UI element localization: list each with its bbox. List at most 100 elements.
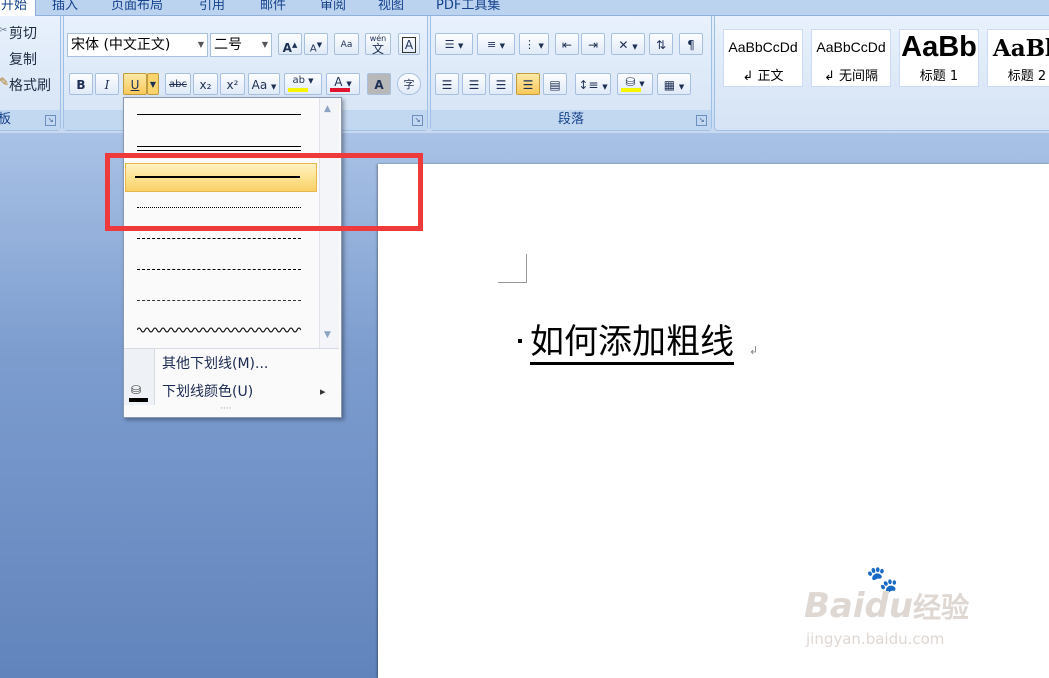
underline-color-menu-item[interactable]: ⛁ 下划线颜色(U) ▸ [124,379,339,405]
watermark-brand-text: Bai [804,586,865,626]
watermark-brand: Baidu经验 [804,586,969,626]
font-color-button[interactable]: A ▼ [326,73,360,95]
document-text[interactable]: 如何添加粗线 [530,322,734,365]
style-heading-1[interactable]: AaBb 标题 1 [899,29,979,87]
font-name-combo[interactable]: 宋体 (中文正文) ▼ [67,33,208,57]
tab-references[interactable]: 引用 [199,0,225,13]
phonetic-guide-button[interactable]: wén 文 [365,33,391,55]
justify-button[interactable]: ☰ [516,73,540,95]
show-marks-button[interactable]: ¶ [679,33,703,55]
tab-page-layout[interactable]: 页面布局 [111,0,163,13]
bullets-button[interactable]: ☰ ▼ [435,33,473,55]
resize-grip-icon[interactable]: ···· [220,404,231,414]
paragraph-mark-icon: ↲ [749,344,759,357]
numbering-button[interactable]: ≡ ▼ [477,33,515,55]
shrink-font-icon: A [309,43,317,55]
superscript-button[interactable]: x² [220,73,245,95]
align-center-button[interactable]: ☰ [462,73,486,95]
shading-button[interactable]: ⛁ ▼ [617,73,653,95]
tab-pdf-tools[interactable]: PDF工具集 [436,0,500,13]
character-border-button[interactable]: A [398,33,420,55]
change-case-icon: Aa [251,78,268,92]
cut-button[interactable]: 剪切 [9,23,37,43]
copy-button[interactable]: 复制 [9,49,37,69]
style-no-spacing[interactable]: AaBbCcDd ↲ 无间隔 [811,29,891,87]
subscript-button[interactable]: x₂ [193,73,218,95]
underline-dropdown-chevron-icon[interactable]: ▼ [147,73,159,95]
style-label: 标题 1 [919,69,959,84]
paragraph-launcher-icon[interactable]: ↘ [696,115,707,126]
format-painter-button[interactable]: 格式刷 [9,75,51,95]
character-border-icon: A [401,37,417,53]
chevron-down-icon: ▼ [602,83,608,91]
styles-group: AaBbCcDd ↲ 正文 AaBbCcDd ↲ 无间隔 AaBb 标题 1 A… [714,16,1049,131]
font-name-value: 宋体 (中文正文) [71,37,171,53]
bold-button[interactable]: B [69,73,93,95]
chevron-right-icon: ▸ [320,385,326,398]
tab-mailings[interactable]: 邮件 [260,0,286,13]
grow-font-button[interactable]: A▲ [278,33,302,55]
phonetic-char: 文 [371,42,384,56]
watermark-url: jingyan.baidu.com [806,630,945,648]
underline-option-dash-dot-dot[interactable] [128,287,317,315]
highlight-color-bar [288,88,308,92]
style-heading-2[interactable]: AaBb 标题 2 [987,29,1049,87]
borders-button[interactable]: ▦ ▼ [657,73,691,95]
underline-option-wave[interactable] [128,318,317,346]
chevron-down-icon[interactable]: ▼ [198,34,204,56]
chevron-down-icon: ▼ [346,80,352,88]
underline-style-dropdown: ▲ ▼ 其他下划线(M)... ⛁ 下划线颜色(U) ▸ ···· [123,97,342,418]
chevron-down-icon: ▼ [632,43,638,51]
chevron-down-icon: ▼ [678,83,685,91]
chinese-layout-button[interactable]: ✕ ▼ [611,33,645,55]
tab-review[interactable]: 审阅 [320,0,346,13]
style-label: ↲ 正文 [742,69,784,84]
shrink-font-button[interactable]: A▼ [304,33,328,55]
ribbon-tab-strip: 开始 插入 页面布局 引用 邮件 审阅 视图 PDF工具集 [0,0,1049,16]
underline-option-dash-dot[interactable] [128,256,317,284]
grow-font-icon: A [282,41,292,55]
italic-button[interactable]: I [95,73,119,95]
font-color-icon: A [334,75,343,89]
font-color-bar [330,88,350,92]
paragraph-group-label: 段落 [431,110,711,130]
decrease-indent-button[interactable]: ⇤ [555,33,579,55]
style-sample: AaBbCcDd [816,39,886,55]
enclose-characters-button[interactable]: 字 [397,73,421,95]
font-launcher-icon[interactable]: ↘ [412,115,423,126]
underline-option-single[interactable] [128,101,317,129]
distributed-button[interactable]: ▤ [543,73,567,95]
chevron-down-icon: ▼ [499,42,506,50]
single-line-icon [137,114,301,115]
style-normal[interactable]: AaBbCcDd ↲ 正文 [723,29,803,87]
scissors-icon: ✂ [0,25,8,36]
more-underlines-menu-item[interactable]: 其他下划线(M)... [124,351,339,377]
clipboard-launcher-icon[interactable]: ↘ [45,115,56,126]
tab-home[interactable]: 开始 [0,0,37,16]
clear-formatting-button[interactable]: Aa [334,33,359,55]
text-highlight-button[interactable]: ab ▼ [284,73,322,95]
highlighter-icon: ab [292,75,305,86]
strikethrough-button[interactable]: abc [165,73,191,95]
font-size-combo[interactable]: 二号 ▼ [210,33,272,57]
chevron-down-icon[interactable]: ▼ [262,34,268,56]
character-shading-button[interactable]: A [367,73,391,95]
chevron-down-icon: ▼ [457,42,464,50]
tab-view[interactable]: 视图 [378,0,404,13]
style-label: 标题 2 [1007,69,1047,84]
wave-line-icon [137,327,301,333]
line-spacing-button[interactable]: ↕≡ ▼ [575,73,611,95]
multilevel-list-button[interactable]: ⋮ ▼ [519,33,549,55]
sort-button[interactable]: ⇅ [649,33,673,55]
align-left-button[interactable]: ☰ [435,73,459,95]
underline-button[interactable]: U [123,73,147,95]
change-case-button[interactable]: Aa ▼ [248,73,280,95]
scroll-up-icon[interactable]: ▲ [324,104,331,114]
dash-dot-line-icon [137,269,301,270]
clear-formatting-icon: Aa [340,40,353,50]
menu-divider [124,348,339,349]
align-right-button[interactable]: ☰ [489,73,513,95]
tab-insert[interactable]: 插入 [52,0,78,13]
scroll-down-icon[interactable]: ▼ [324,330,331,340]
increase-indent-button[interactable]: ⇥ [581,33,605,55]
